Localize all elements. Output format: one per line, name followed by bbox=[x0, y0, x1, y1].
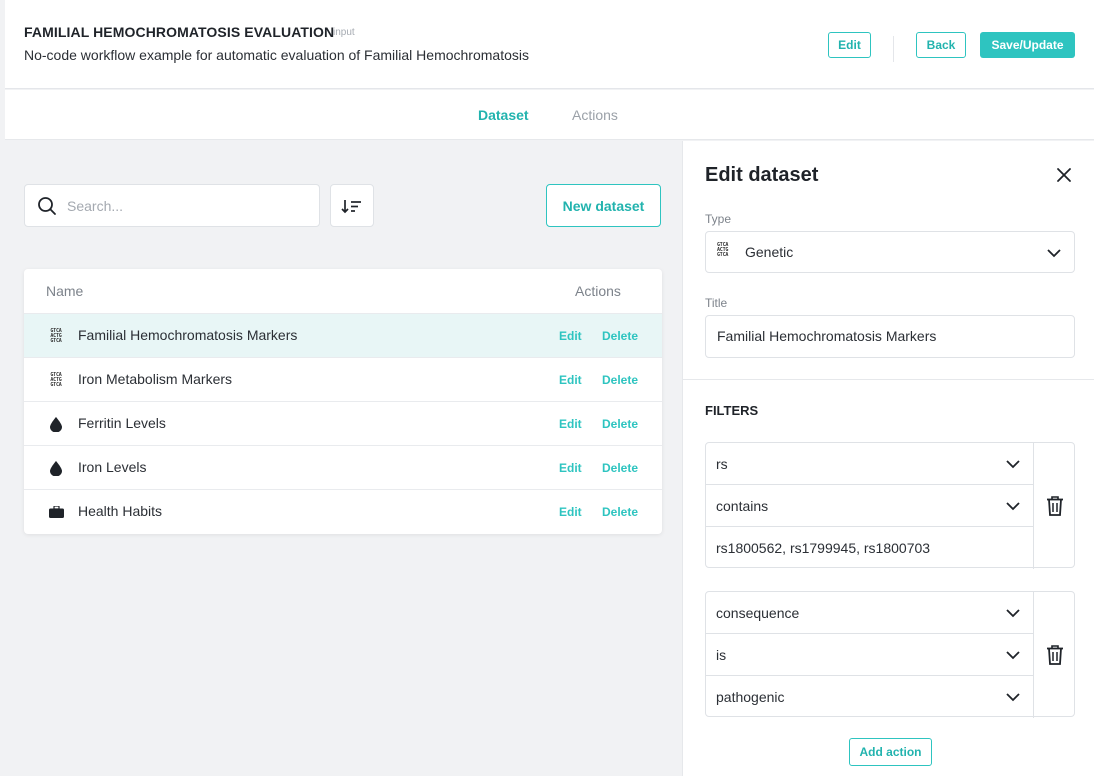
dataset-table: Name Actions GTCA ACTG GTCA Familial Hemoc… bbox=[24, 269, 662, 534]
workflow-subtitle: No-code workflow example for automatic e… bbox=[24, 47, 529, 63]
table-row[interactable]: Ferritin Levels Edit Delete bbox=[24, 401, 662, 445]
table-row[interactable]: GTCA ACTG GTCA Iron Metabolism Markers Edi… bbox=[24, 357, 662, 401]
table-row[interactable]: Health Habits Edit Delete bbox=[24, 489, 662, 533]
table-row[interactable]: Iron Levels Edit Delete bbox=[24, 445, 662, 489]
filter-group: rs contains rs1800562, rs1799945, rs1800… bbox=[705, 442, 1075, 569]
filter-operator-value: contains bbox=[716, 498, 769, 514]
filter-field-select[interactable]: consequence bbox=[706, 592, 1034, 634]
chevron-down-icon bbox=[1006, 609, 1020, 618]
filter-value-select[interactable]: pathogenic bbox=[706, 676, 1034, 718]
dna-icon: GTCA ACTG GTCA bbox=[717, 242, 729, 258]
back-button[interactable]: Back bbox=[916, 32, 966, 58]
edit-link[interactable]: Edit bbox=[559, 373, 582, 387]
dataset-name: Health Habits bbox=[78, 503, 163, 519]
dna-icon: GTCA ACTG GTCA bbox=[50, 371, 62, 388]
dataset-name: Ferritin Levels bbox=[78, 415, 166, 431]
app-header: FAMILIAL HEMOCHROMATOSIS EVALUATION inpu… bbox=[5, 0, 1094, 89]
edit-link[interactable]: Edit bbox=[559, 505, 582, 519]
trash-icon[interactable] bbox=[1045, 495, 1065, 517]
dataset-name: Familial Hemochromatosis Markers bbox=[78, 327, 298, 343]
type-label: Type bbox=[705, 212, 732, 226]
dataset-name: Iron Levels bbox=[78, 459, 147, 475]
delete-link[interactable]: Delete bbox=[602, 461, 638, 475]
filter-field-select[interactable]: rs bbox=[706, 443, 1034, 485]
chevron-down-icon bbox=[1006, 651, 1020, 660]
delete-link[interactable]: Delete bbox=[602, 373, 638, 387]
title-input[interactable]: Familial Hemochromatosis Markers bbox=[705, 315, 1075, 358]
column-header-actions: Actions bbox=[575, 283, 621, 299]
chevron-down-icon bbox=[1047, 249, 1061, 258]
blood-drop-icon bbox=[48, 460, 64, 476]
filter-group: consequence is pathogenic bbox=[705, 591, 1075, 718]
panel-title: Edit dataset bbox=[705, 164, 819, 186]
type-select[interactable]: GTCA ACTG GTCA Genetic bbox=[705, 231, 1075, 273]
tab-dataset[interactable]: Dataset bbox=[478, 107, 529, 123]
chevron-down-icon bbox=[1006, 460, 1020, 469]
filters-heading: FILTERS bbox=[705, 403, 759, 418]
filter-operator-select[interactable]: is bbox=[706, 634, 1034, 676]
delete-link[interactable]: Delete bbox=[602, 417, 638, 431]
workflow-tag: input bbox=[333, 27, 355, 38]
sort-icon bbox=[341, 199, 361, 213]
search-input[interactable] bbox=[67, 195, 307, 217]
search-box bbox=[24, 184, 320, 227]
title-label: Title bbox=[705, 296, 728, 310]
close-icon[interactable] bbox=[1055, 166, 1073, 184]
trash-icon[interactable] bbox=[1045, 644, 1065, 666]
chevron-down-icon bbox=[1006, 502, 1020, 511]
add-action-button[interactable]: Add action bbox=[849, 738, 932, 766]
chevron-down-icon bbox=[1006, 693, 1020, 702]
header-divider bbox=[893, 36, 894, 62]
edit-link[interactable]: Edit bbox=[559, 461, 582, 475]
edit-link[interactable]: Edit bbox=[559, 417, 582, 431]
panel-divider bbox=[683, 379, 1094, 380]
dataset-name: Iron Metabolism Markers bbox=[78, 371, 233, 387]
filter-value-text: pathogenic bbox=[716, 689, 785, 705]
table-row[interactable]: GTCA ACTG GTCA Familial Hemochromatosis Ma… bbox=[24, 313, 662, 357]
delete-link[interactable]: Delete bbox=[602, 505, 638, 519]
column-header-name: Name bbox=[46, 283, 84, 299]
type-value: Genetic bbox=[745, 244, 794, 260]
edit-link[interactable]: Edit bbox=[559, 329, 582, 343]
briefcase-icon bbox=[48, 504, 64, 520]
tab-actions[interactable]: Actions bbox=[572, 107, 618, 123]
delete-link[interactable]: Delete bbox=[602, 329, 638, 343]
filter-field-value: consequence bbox=[716, 605, 800, 621]
dna-icon: GTCA ACTG GTCA bbox=[50, 327, 62, 344]
blood-drop-icon bbox=[48, 416, 64, 432]
filter-operator-select[interactable]: contains bbox=[706, 485, 1034, 527]
filter-field-value: rs bbox=[716, 456, 728, 472]
workflow-title: FAMILIAL HEMOCHROMATOSIS EVALUATION bbox=[24, 24, 335, 40]
search-icon bbox=[38, 197, 56, 215]
edit-workflow-button[interactable]: Edit bbox=[828, 32, 871, 58]
save-update-button[interactable]: Save/Update bbox=[980, 32, 1075, 58]
edit-dataset-panel: Edit dataset Type GTCA ACTG GTCA Genetic T… bbox=[682, 141, 1094, 776]
filter-value-text: rs1800562, rs1799945, rs1800703 bbox=[716, 540, 931, 556]
new-dataset-button[interactable]: New dataset bbox=[546, 184, 661, 227]
tab-bar: Dataset Actions bbox=[5, 90, 1094, 140]
sort-button[interactable] bbox=[330, 184, 374, 227]
filter-operator-value: is bbox=[716, 647, 727, 663]
filter-value-input[interactable]: rs1800562, rs1799945, rs1800703 bbox=[706, 527, 1034, 569]
